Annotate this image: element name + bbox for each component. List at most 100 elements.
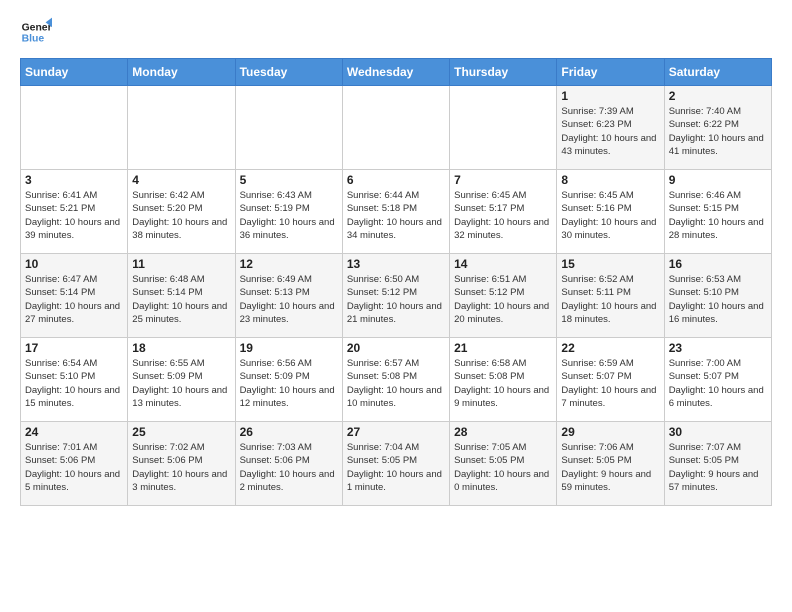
day-info: Sunrise: 7:05 AM Sunset: 5:05 PM Dayligh… [454, 441, 552, 494]
day-info: Sunrise: 6:44 AM Sunset: 5:18 PM Dayligh… [347, 189, 445, 242]
day-number: 24 [25, 425, 123, 439]
calendar-cell: 18 Sunrise: 6:55 AM Sunset: 5:09 PM Dayli… [128, 338, 235, 422]
day-info: Sunrise: 6:59 AM Sunset: 5:07 PM Dayligh… [561, 357, 659, 410]
calendar-cell: 12 Sunrise: 6:49 AM Sunset: 5:13 PM Dayli… [235, 254, 342, 338]
calendar-cell: 17 Sunrise: 6:54 AM Sunset: 5:10 PM Dayli… [21, 338, 128, 422]
weekday-header: Friday [557, 59, 664, 86]
calendar-cell: 22 Sunrise: 6:59 AM Sunset: 5:07 PM Dayli… [557, 338, 664, 422]
day-info: Sunrise: 6:45 AM Sunset: 5:16 PM Dayligh… [561, 189, 659, 242]
day-info: Sunrise: 7:04 AM Sunset: 5:05 PM Dayligh… [347, 441, 445, 494]
calendar-cell: 23 Sunrise: 7:00 AM Sunset: 5:07 PM Dayli… [664, 338, 771, 422]
calendar-cell [450, 86, 557, 170]
calendar-cell: 15 Sunrise: 6:52 AM Sunset: 5:11 PM Dayli… [557, 254, 664, 338]
day-number: 2 [669, 89, 767, 103]
day-number: 4 [132, 173, 230, 187]
day-info: Sunrise: 6:52 AM Sunset: 5:11 PM Dayligh… [561, 273, 659, 326]
day-info: Sunrise: 6:43 AM Sunset: 5:19 PM Dayligh… [240, 189, 338, 242]
day-info: Sunrise: 6:42 AM Sunset: 5:20 PM Dayligh… [132, 189, 230, 242]
calendar-cell: 25 Sunrise: 7:02 AM Sunset: 5:06 PM Dayli… [128, 422, 235, 506]
day-number: 29 [561, 425, 659, 439]
day-number: 23 [669, 341, 767, 355]
calendar-cell: 7 Sunrise: 6:45 AM Sunset: 5:17 PM Daylig… [450, 170, 557, 254]
calendar-cell: 19 Sunrise: 6:56 AM Sunset: 5:09 PM Dayli… [235, 338, 342, 422]
calendar-cell: 2 Sunrise: 7:40 AM Sunset: 6:22 PM Daylig… [664, 86, 771, 170]
svg-text:General: General [22, 22, 52, 33]
calendar-cell: 14 Sunrise: 6:51 AM Sunset: 5:12 PM Dayli… [450, 254, 557, 338]
day-info: Sunrise: 6:45 AM Sunset: 5:17 PM Dayligh… [454, 189, 552, 242]
day-number: 17 [25, 341, 123, 355]
day-info: Sunrise: 7:02 AM Sunset: 5:06 PM Dayligh… [132, 441, 230, 494]
calendar-cell: 9Sunrise: 6:46 AM Sunset: 5:15 PM Daylig… [664, 170, 771, 254]
day-number: 5 [240, 173, 338, 187]
day-info: Sunrise: 6:49 AM Sunset: 5:13 PM Dayligh… [240, 273, 338, 326]
calendar-cell [21, 86, 128, 170]
calendar-cell: 3Sunrise: 6:41 AM Sunset: 5:21 PM Daylig… [21, 170, 128, 254]
day-info: Sunrise: 7:39 AM Sunset: 6:23 PM Dayligh… [561, 105, 659, 158]
day-info: Sunrise: 6:57 AM Sunset: 5:08 PM Dayligh… [347, 357, 445, 410]
day-info: Sunrise: 6:51 AM Sunset: 5:12 PM Dayligh… [454, 273, 552, 326]
calendar-cell: 28Sunrise: 7:05 AM Sunset: 5:05 PM Dayli… [450, 422, 557, 506]
calendar-cell: 5 Sunrise: 6:43 AM Sunset: 5:19 PM Daylig… [235, 170, 342, 254]
day-info: Sunrise: 7:06 AM Sunset: 5:05 PM Dayligh… [561, 441, 659, 494]
day-number: 13 [347, 257, 445, 271]
day-number: 19 [240, 341, 338, 355]
day-info: Sunrise: 7:07 AM Sunset: 5:05 PM Dayligh… [669, 441, 767, 494]
calendar-cell: 21 Sunrise: 6:58 AM Sunset: 5:08 PM Dayli… [450, 338, 557, 422]
day-number: 7 [454, 173, 552, 187]
calendar-cell: 8 Sunrise: 6:45 AM Sunset: 5:16 PM Daylig… [557, 170, 664, 254]
day-info: Sunrise: 7:40 AM Sunset: 6:22 PM Dayligh… [669, 105, 767, 158]
logo: General Blue [20, 16, 52, 48]
calendar-cell: 24Sunrise: 7:01 AM Sunset: 5:06 PM Dayli… [21, 422, 128, 506]
calendar-cell: 11 Sunrise: 6:48 AM Sunset: 5:14 PM Dayli… [128, 254, 235, 338]
day-info: Sunrise: 7:00 AM Sunset: 5:07 PM Dayligh… [669, 357, 767, 410]
day-number: 30 [669, 425, 767, 439]
day-number: 21 [454, 341, 552, 355]
calendar-header: SundayMondayTuesdayWednesdayThursdayFrid… [21, 59, 772, 86]
day-number: 18 [132, 341, 230, 355]
weekday-header: Monday [128, 59, 235, 86]
calendar-cell: 20 Sunrise: 6:57 AM Sunset: 5:08 PM Dayli… [342, 338, 449, 422]
day-info: Sunrise: 6:54 AM Sunset: 5:10 PM Dayligh… [25, 357, 123, 410]
day-number: 14 [454, 257, 552, 271]
calendar-cell: 29 Sunrise: 7:06 AM Sunset: 5:05 PM Dayli… [557, 422, 664, 506]
day-info: Sunrise: 6:55 AM Sunset: 5:09 PM Dayligh… [132, 357, 230, 410]
calendar-cell [342, 86, 449, 170]
calendar-table: SundayMondayTuesdayWednesdayThursdayFrid… [20, 58, 772, 506]
day-number: 26 [240, 425, 338, 439]
day-info: Sunrise: 7:03 AM Sunset: 5:06 PM Dayligh… [240, 441, 338, 494]
day-info: Sunrise: 6:58 AM Sunset: 5:08 PM Dayligh… [454, 357, 552, 410]
day-info: Sunrise: 6:50 AM Sunset: 5:12 PM Dayligh… [347, 273, 445, 326]
day-number: 10 [25, 257, 123, 271]
calendar-cell: 6 Sunrise: 6:44 AM Sunset: 5:18 PM Daylig… [342, 170, 449, 254]
day-info: Sunrise: 6:48 AM Sunset: 5:14 PM Dayligh… [132, 273, 230, 326]
svg-text:Blue: Blue [22, 34, 45, 45]
day-number: 3 [25, 173, 123, 187]
weekday-header: Sunday [21, 59, 128, 86]
calendar-cell: 27 Sunrise: 7:04 AM Sunset: 5:05 PM Dayli… [342, 422, 449, 506]
calendar-cell [235, 86, 342, 170]
day-number: 12 [240, 257, 338, 271]
calendar-cell: 1 Sunrise: 7:39 AM Sunset: 6:23 PM Daylig… [557, 86, 664, 170]
day-number: 1 [561, 89, 659, 103]
day-number: 27 [347, 425, 445, 439]
day-number: 16 [669, 257, 767, 271]
day-number: 11 [132, 257, 230, 271]
weekday-header: Wednesday [342, 59, 449, 86]
day-number: 22 [561, 341, 659, 355]
day-number: 20 [347, 341, 445, 355]
calendar-cell: 26 Sunrise: 7:03 AM Sunset: 5:06 PM Dayli… [235, 422, 342, 506]
day-info: Sunrise: 6:53 AM Sunset: 5:10 PM Dayligh… [669, 273, 767, 326]
day-info: Sunrise: 6:56 AM Sunset: 5:09 PM Dayligh… [240, 357, 338, 410]
day-number: 15 [561, 257, 659, 271]
calendar-cell: 16 Sunrise: 6:53 AM Sunset: 5:10 PM Dayli… [664, 254, 771, 338]
day-number: 9 [669, 173, 767, 187]
page-header: General Blue [20, 16, 772, 48]
logo-icon: General Blue [20, 16, 52, 48]
calendar-cell: 10Sunrise: 6:47 AM Sunset: 5:14 PM Dayli… [21, 254, 128, 338]
day-number: 8 [561, 173, 659, 187]
weekday-header: Thursday [450, 59, 557, 86]
day-number: 6 [347, 173, 445, 187]
calendar-cell: 30 Sunrise: 7:07 AM Sunset: 5:05 PM Dayli… [664, 422, 771, 506]
calendar-cell: 4 Sunrise: 6:42 AM Sunset: 5:20 PM Daylig… [128, 170, 235, 254]
day-number: 25 [132, 425, 230, 439]
